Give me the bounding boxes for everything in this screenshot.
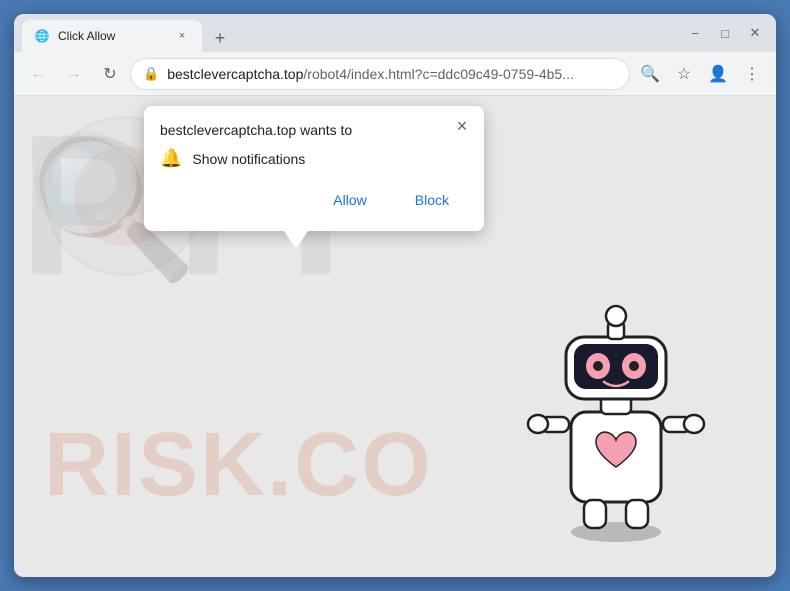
browser-tab[interactable]: 🌐 Click Allow × — [22, 20, 202, 52]
profile-button[interactable]: 👤 — [702, 58, 734, 90]
browser-window: 🌐 Click Allow × + − □ ✕ ← → ↻ 🔒 bestclev… — [14, 14, 776, 577]
address-path: /robot4/index.html?c=ddc09c49-0759-4b5..… — [303, 66, 573, 82]
tab-close-button[interactable]: × — [174, 28, 190, 44]
popup-title: bestclevercaptcha.top wants to — [160, 122, 468, 138]
tab-title: Click Allow — [58, 29, 166, 43]
address-bar[interactable]: 🔒 bestclevercaptcha.top/robot4/index.htm… — [130, 58, 630, 90]
robot-illustration — [516, 282, 716, 547]
lock-icon: 🔒 — [143, 66, 159, 82]
popup-close-button[interactable]: × — [450, 114, 474, 138]
popup-description: Show notifications — [192, 151, 305, 167]
bookmark-icon: ☆ — [677, 64, 691, 84]
reload-button[interactable]: ↻ — [94, 58, 126, 90]
block-button[interactable]: Block — [396, 185, 468, 215]
window-controls: − □ ✕ — [682, 20, 768, 46]
minimize-button[interactable]: − — [682, 20, 708, 46]
tab-area: 🌐 Click Allow × + — [22, 14, 682, 52]
maximize-button[interactable]: □ — [712, 20, 738, 46]
page-content: 🔍 PTT RISK.CO OU — [14, 96, 776, 577]
search-button[interactable]: 🔍 — [634, 58, 666, 90]
menu-button[interactable]: ⋮ — [736, 58, 768, 90]
address-text: bestclevercaptcha.top/robot4/index.html?… — [167, 66, 617, 82]
back-arrow-icon: ← — [30, 65, 46, 83]
address-domain: bestclevercaptcha.top — [167, 66, 303, 82]
search-icon: 🔍 — [640, 64, 660, 84]
bell-icon: 🔔 — [160, 148, 182, 169]
title-bar: 🌐 Click Allow × + − □ ✕ — [14, 14, 776, 52]
new-tab-button[interactable]: + — [206, 24, 234, 52]
risk-watermark: RISK.CO — [44, 414, 433, 517]
forward-arrow-icon: → — [66, 65, 82, 83]
tab-favicon-icon: 🌐 — [34, 28, 50, 44]
menu-icon: ⋮ — [744, 64, 760, 84]
back-button[interactable]: ← — [22, 58, 54, 90]
bookmark-button[interactable]: ☆ — [668, 58, 700, 90]
close-button[interactable]: ✕ — [742, 20, 768, 46]
popup-notification-row: 🔔 Show notifications — [160, 148, 468, 169]
reload-icon: ↻ — [103, 64, 116, 84]
toolbar-icons: 🔍 ☆ 👤 ⋮ — [634, 58, 768, 90]
toolbar: ← → ↻ 🔒 bestclevercaptcha.top/robot4/ind… — [14, 52, 776, 96]
profile-icon: 👤 — [708, 64, 728, 84]
allow-button[interactable]: Allow — [314, 185, 385, 215]
popup-actions: Allow Block — [160, 185, 468, 215]
notification-popup: × bestclevercaptcha.top wants to 🔔 Show … — [144, 106, 484, 231]
forward-button[interactable]: → — [58, 58, 90, 90]
